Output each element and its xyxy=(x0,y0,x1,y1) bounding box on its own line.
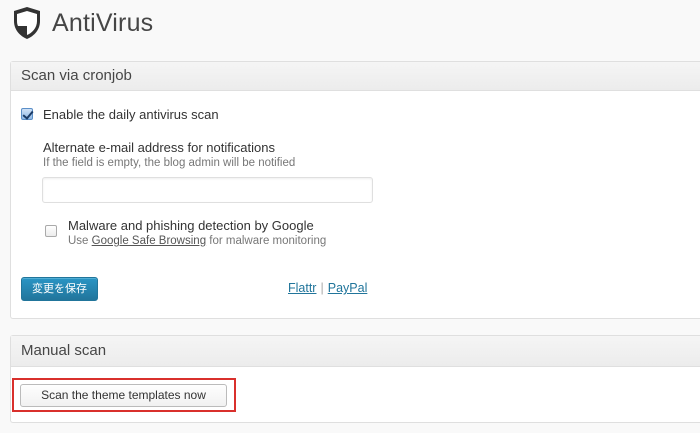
daily-scan-label: Enable the daily antivirus scan xyxy=(43,107,219,122)
save-changes-button[interactable]: 変更を保存 xyxy=(21,277,98,301)
email-field[interactable] xyxy=(42,177,373,203)
page-header: AntiVirus xyxy=(12,6,153,40)
donation-links: Flattr | PayPal xyxy=(288,281,367,295)
email-label: Alternate e-mail address for notificatio… xyxy=(43,140,275,155)
hint-prefix: Use xyxy=(68,235,92,247)
scan-templates-button[interactable]: Scan the theme templates now xyxy=(20,384,227,407)
email-hint: If the field is empty, the blog admin wi… xyxy=(43,157,296,169)
google-detection-label: Malware and phishing detection by Google xyxy=(68,218,314,233)
google-detection-checkbox[interactable] xyxy=(45,225,57,237)
daily-scan-checkbox[interactable] xyxy=(21,108,33,120)
hint-suffix: for malware monitoring xyxy=(206,235,327,247)
flattr-link[interactable]: Flattr xyxy=(288,281,316,295)
paypal-link[interactable]: PayPal xyxy=(328,281,368,295)
google-detection-hint: Use Google Safe Browsing for malware mon… xyxy=(68,235,326,247)
page-title: AntiVirus xyxy=(52,8,154,37)
shield-icon xyxy=(14,7,40,39)
link-separator: | xyxy=(320,281,324,295)
manual-scan-title: Manual scan xyxy=(11,336,700,367)
cronjob-box-title: Scan via cronjob xyxy=(11,62,700,91)
google-safe-browsing-link[interactable]: Google Safe Browsing xyxy=(92,235,206,247)
